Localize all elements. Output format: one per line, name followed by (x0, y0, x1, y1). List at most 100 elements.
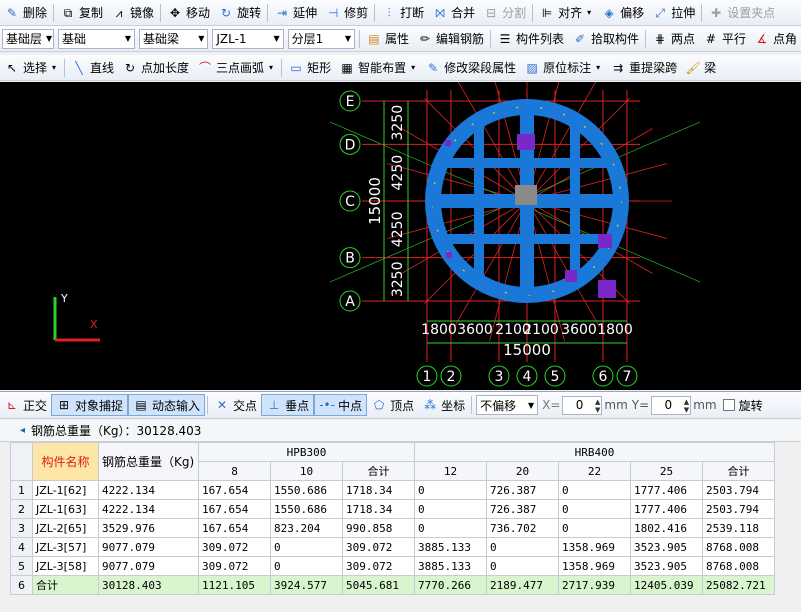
trim-button[interactable]: ⊣ 修剪 (321, 2, 372, 24)
table-row[interactable]: 2 JZL-1[63] 4222.134 167.654 1550.686 1718.34… (10, 499, 775, 519)
cell-name[interactable]: 合计 (32, 575, 99, 595)
table-row[interactable]: 5 JZL-3[58] 9077.079 309.072 0 309.072 3885.13… (10, 556, 775, 576)
row-number[interactable]: 4 (10, 537, 33, 557)
cell-s2[interactable]: 8768.008 (702, 556, 775, 576)
move-button[interactable]: ✥ 移动 (163, 2, 214, 24)
copy-button[interactable]: ⧉ 复制 (56, 2, 107, 24)
cell-s1[interactable]: 5045.681 (342, 575, 415, 595)
cell-c8[interactable]: 167.654 (198, 480, 271, 500)
cell-total[interactable]: 9077.079 (98, 537, 199, 557)
delete-button[interactable]: ✎ 删除 (0, 2, 51, 24)
x-input[interactable]: 0 ▲ ▼ (562, 395, 603, 415)
table-row[interactable]: 4 JZL-3[57] 9077.079 309.072 0 309.072 3885.13… (10, 537, 775, 557)
pick-component-button[interactable]: ✐ 拾取构件 (568, 28, 643, 50)
object-snap-toggle[interactable]: ⊞ 对象捕捉 (51, 394, 129, 416)
midpoint-toggle[interactable]: -•- 中点 (314, 394, 368, 416)
cell-c10[interactable]: 0 (270, 537, 343, 557)
cell-s2[interactable]: 8768.008 (702, 537, 775, 557)
cell-c25[interactable]: 1802.416 (630, 518, 703, 538)
cell-s2[interactable]: 2503.794 (702, 480, 775, 500)
stretch-button[interactable]: ⤢ 拉伸 (648, 2, 699, 24)
split-button[interactable]: ⊟ 分割 (479, 2, 530, 24)
cell-c22[interactable]: 0 (558, 499, 631, 519)
cell-c22[interactable]: 0 (558, 518, 631, 538)
offset-mode-select[interactable]: 不偏移 ▼ (476, 395, 539, 415)
cell-c10[interactable]: 0 (270, 556, 343, 576)
cell-total[interactable]: 9077.079 (98, 556, 199, 576)
cell-c12[interactable]: 7770.266 (414, 575, 487, 595)
cell-c20[interactable]: 726.387 (486, 480, 559, 500)
cell-c10[interactable]: 823.204 (270, 518, 343, 538)
dynamic-input-toggle[interactable]: ▤ 动态输入 (128, 394, 206, 416)
col-header-12[interactable]: 12 (414, 461, 487, 481)
col-header-8[interactable]: 8 (198, 461, 271, 481)
cell-c8[interactable]: 167.654 (198, 518, 271, 538)
perpendicular-toggle[interactable]: ⊥ 垂点 (261, 394, 315, 416)
cell-s1[interactable]: 1718.34 (342, 499, 415, 519)
cell-c22[interactable]: 2717.939 (558, 575, 631, 595)
spinner-icon[interactable]: ▲ ▼ (595, 398, 600, 414)
cell-total[interactable]: 30128.403 (98, 575, 199, 595)
cell-c10[interactable]: 1550.686 (270, 480, 343, 500)
cell-c12[interactable]: 3885.133 (414, 556, 487, 576)
cell-c25[interactable]: 3523.905 (630, 556, 703, 576)
cell-c8[interactable]: 167.654 (198, 499, 271, 519)
properties-button[interactable]: ▤ 属性 (362, 28, 413, 50)
component-list-button[interactable]: ☰ 构件列表 (493, 28, 568, 50)
two-point-button[interactable]: ⋕ 两点 (648, 28, 699, 50)
point-angle-button[interactable]: ∡ 点角 (750, 28, 801, 50)
coord-toggle[interactable]: ⁂ 坐标 (418, 394, 469, 416)
col-header-22[interactable]: 22 (558, 461, 631, 481)
cell-c12[interactable]: 0 (414, 480, 487, 500)
smart-layout-button[interactable]: ▦ 智能布置 ▾ (335, 57, 421, 79)
category-select[interactable]: 基础 ▼ (58, 28, 135, 49)
cell-c25[interactable]: 12405.039 (630, 575, 703, 595)
col-header-subtotal-2[interactable]: 合计 (702, 461, 775, 481)
cell-c20[interactable]: 726.387 (486, 499, 559, 519)
cell-c22[interactable]: 1358.969 (558, 556, 631, 576)
col-header-name[interactable]: 构件名称 (32, 442, 99, 481)
align-button[interactable]: ⊫ 对齐 ▾ (535, 2, 597, 24)
cell-c12[interactable]: 0 (414, 518, 487, 538)
cell-total[interactable]: 3529.976 (98, 518, 199, 538)
row-number[interactable]: 6 (10, 575, 33, 595)
rect-button[interactable]: ▭ 矩形 (284, 57, 335, 79)
re-span-button[interactable]: ⇉ 重提梁跨 (606, 57, 681, 79)
merge-button[interactable]: ⨝ 合并 (428, 2, 479, 24)
cell-name[interactable]: JZL-2[65] (32, 518, 99, 538)
cell-s2[interactable]: 2539.118 (702, 518, 775, 538)
col-header-10[interactable]: 10 (270, 461, 343, 481)
cell-s1[interactable]: 990.858 (342, 518, 415, 538)
plan-drawing[interactable]: EDCBA3250425042503250150001800 3600 210021… (0, 82, 801, 390)
cell-c10[interactable]: 3924.577 (270, 575, 343, 595)
row-number[interactable]: 2 (10, 499, 33, 519)
cell-c25[interactable]: 3523.905 (630, 537, 703, 557)
cell-c22[interactable]: 0 (558, 480, 631, 500)
cell-s1[interactable]: 309.072 (342, 556, 415, 576)
cell-total[interactable]: 4222.134 (98, 499, 199, 519)
spinner-icon[interactable]: ▲ ▼ (684, 398, 689, 414)
cell-name[interactable]: JZL-3[57] (32, 537, 99, 557)
cell-c20[interactable]: 0 (486, 556, 559, 576)
cell-s1[interactable]: 309.072 (342, 537, 415, 557)
line-button[interactable]: ╲ 直线 (67, 57, 118, 79)
cell-c12[interactable]: 0 (414, 499, 487, 519)
arc-button[interactable]: ⌒ 三点画弧 ▾ (193, 57, 279, 79)
rotate-button[interactable]: ↻ 旋转 (214, 2, 265, 24)
cell-c25[interactable]: 1777.406 (630, 480, 703, 500)
select-button[interactable]: ↖ 选择 ▾ (0, 57, 62, 79)
row-number[interactable]: 5 (10, 556, 33, 576)
cell-c8[interactable]: 1121.105 (198, 575, 271, 595)
vertex-toggle[interactable]: ⬠ 顶点 (367, 394, 418, 416)
cell-c12[interactable]: 3885.133 (414, 537, 487, 557)
rotate-checkbox[interactable] (722, 399, 735, 411)
total-row[interactable]: 6 合计 30128.403 1121.105 3924.577 5045.681 7770… (10, 575, 775, 595)
cell-c8[interactable]: 309.072 (198, 556, 271, 576)
cell-name[interactable]: JZL-3[58] (32, 556, 99, 576)
modify-segment-button[interactable]: ✎ 修改梁段属性 (421, 57, 520, 79)
col-header-25[interactable]: 25 (630, 461, 703, 481)
offset-button[interactable]: ◈ 偏移 (597, 2, 648, 24)
col-header-subtotal-1[interactable]: 合计 (342, 461, 415, 481)
cell-s2[interactable]: 2503.794 (702, 499, 775, 519)
cell-c25[interactable]: 1777.406 (630, 499, 703, 519)
